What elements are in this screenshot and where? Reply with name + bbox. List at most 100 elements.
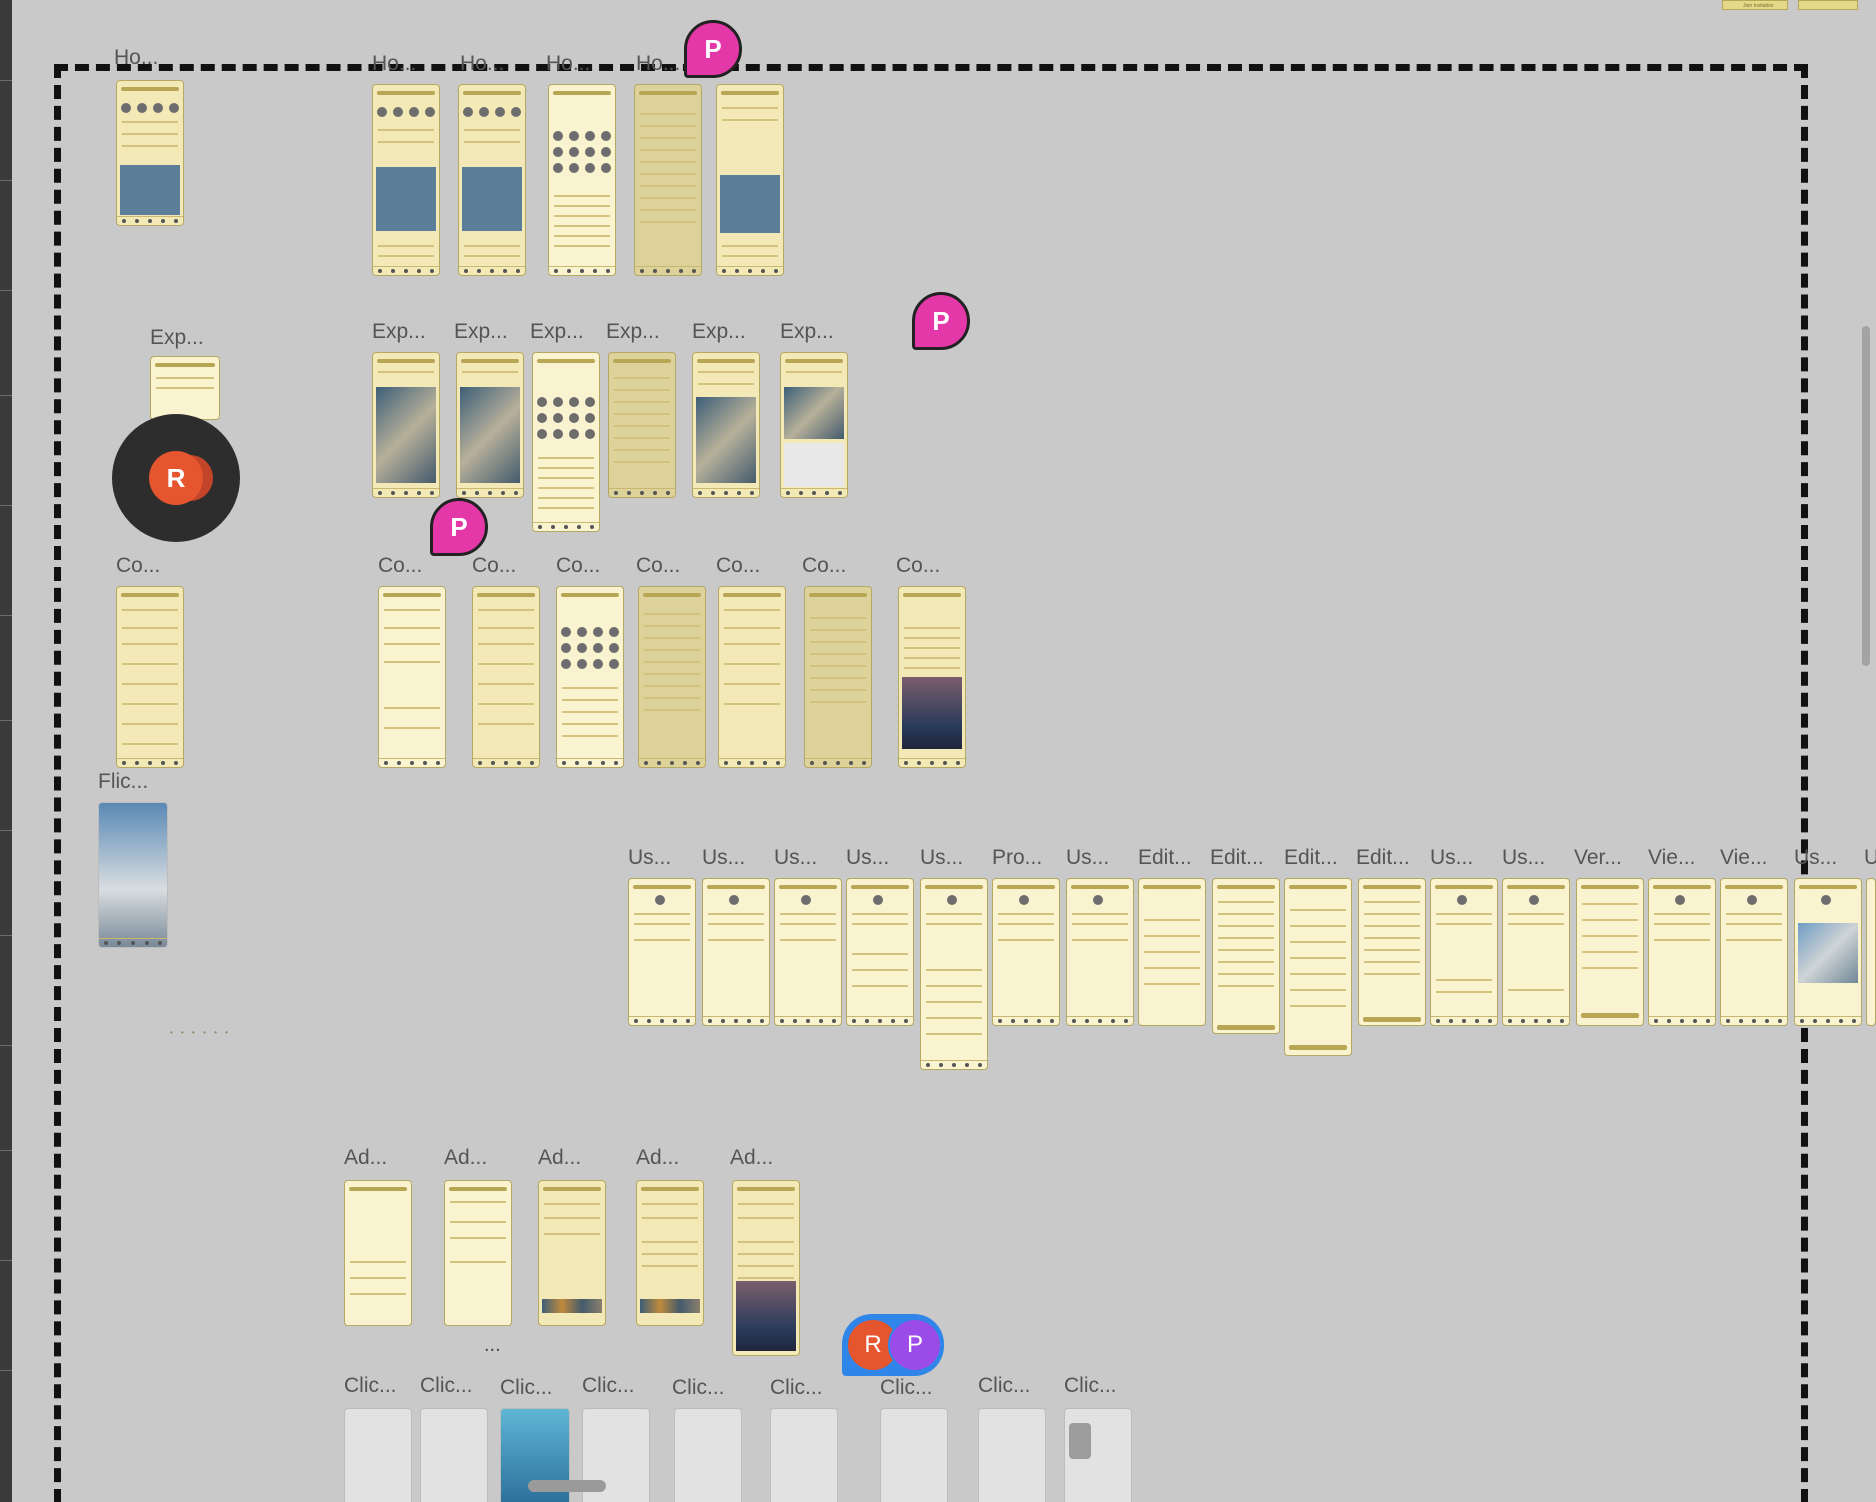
screen-click[interactable]: [1064, 1408, 1132, 1502]
frame-label-connection[interactable]: Co...: [378, 554, 422, 578]
frame-label-user[interactable]: Us...: [1430, 846, 1473, 870]
screen-connection[interactable]: [804, 586, 872, 768]
screen-explore[interactable]: [532, 352, 600, 532]
screen-connection[interactable]: [116, 586, 184, 768]
frame-label-click[interactable]: Clic...: [770, 1376, 823, 1400]
screen-flick[interactable]: [98, 802, 168, 948]
screen-connection[interactable]: [556, 586, 624, 768]
screen-view[interactable]: [1648, 878, 1716, 1026]
frame-label-explore[interactable]: Exp...: [530, 320, 584, 344]
screen-edit[interactable]: [1212, 878, 1280, 1034]
screen-view[interactable]: [1720, 878, 1788, 1026]
screen-explore[interactable]: [692, 352, 760, 498]
screen-explore[interactable]: [780, 352, 848, 498]
screen-click[interactable]: [674, 1408, 742, 1502]
screen-click[interactable]: [420, 1408, 488, 1502]
frame-label-add[interactable]: Ad...: [538, 1146, 581, 1170]
frame-label-click[interactable]: Clic...: [344, 1374, 397, 1398]
screen-explore[interactable]: [372, 352, 440, 498]
collaborator-group[interactable]: R P: [842, 1314, 944, 1376]
screen-user[interactable]: [920, 878, 988, 1070]
frame-label-user[interactable]: Us...: [702, 846, 745, 870]
screen-user[interactable]: [774, 878, 842, 1026]
frame-label-connection[interactable]: Co...: [716, 554, 760, 578]
frame-label-click[interactable]: Clic...: [500, 1376, 553, 1400]
screen-connection[interactable]: [718, 586, 786, 768]
frame-label-user[interactable]: Us...: [846, 846, 889, 870]
screen-add[interactable]: [444, 1180, 512, 1326]
screen-explore[interactable]: [150, 356, 220, 420]
frame-label-edit[interactable]: Edit...: [1138, 846, 1192, 870]
screen-explore[interactable]: [456, 352, 524, 498]
frame-label-home[interactable]: Ho...: [114, 46, 158, 70]
screen-user[interactable]: [1502, 878, 1570, 1026]
frame-label-add[interactable]: Ad...: [444, 1146, 487, 1170]
screen-user[interactable]: [628, 878, 696, 1026]
screen-add[interactable]: [344, 1180, 412, 1326]
frame-label-home[interactable]: Ho...: [460, 52, 504, 76]
frame-label-connection[interactable]: Co...: [636, 554, 680, 578]
frame-label-user[interactable]: Us...: [1794, 846, 1837, 870]
frame-label-view[interactable]: Vie...: [1648, 846, 1695, 870]
section-frame[interactable]: [54, 64, 1808, 1502]
frame-label-home[interactable]: Ho...: [546, 52, 590, 76]
frame-label-user[interactable]: Us...: [1502, 846, 1545, 870]
screen-add[interactable]: [732, 1180, 800, 1356]
frame-label-click[interactable]: Clic...: [672, 1376, 725, 1400]
screen-home[interactable]: [116, 80, 184, 226]
collaborator-p-avatar[interactable]: P: [684, 20, 742, 78]
frame-label-connection[interactable]: Co...: [116, 554, 160, 578]
screen-edit[interactable]: [1138, 878, 1206, 1026]
screen-user[interactable]: [1430, 878, 1498, 1026]
frame-label-click[interactable]: Clic...: [880, 1376, 933, 1400]
frame-label-verify[interactable]: Ver...: [1574, 846, 1622, 870]
frame-label-explore[interactable]: Exp...: [454, 320, 508, 344]
screen-home[interactable]: [548, 84, 616, 276]
vertical-scrollbar[interactable]: [1862, 326, 1870, 666]
frame-label-user[interactable]: Us...: [1066, 846, 1109, 870]
frame-label-explore[interactable]: Exp...: [150, 326, 204, 350]
screen-edit[interactable]: [1358, 878, 1426, 1026]
collaborator-p-avatar[interactable]: P: [888, 1318, 942, 1372]
frame-label-explore[interactable]: Exp...: [692, 320, 746, 344]
horizontal-scrollbar[interactable]: [528, 1480, 606, 1492]
frame-label-flick[interactable]: Flic...: [98, 770, 148, 794]
screen-click[interactable]: [344, 1408, 412, 1502]
frame-label-profile[interactable]: Pro...: [992, 846, 1042, 870]
collaborator-r-cursor[interactable]: R: [112, 414, 240, 542]
screen-click[interactable]: [978, 1408, 1046, 1502]
frame-label-click[interactable]: Clic...: [420, 1374, 473, 1398]
screen-user[interactable]: [1066, 878, 1134, 1026]
screen-add[interactable]: [636, 1180, 704, 1326]
design-canvas[interactable]: Join Invitation Ho... Ho... Ho... Ho... …: [0, 0, 1876, 1502]
frame-label-add[interactable]: Ad...: [344, 1146, 387, 1170]
screen-connection[interactable]: [472, 586, 540, 768]
frame-label-add[interactable]: Ad...: [636, 1146, 679, 1170]
frame-label-connection[interactable]: Co...: [472, 554, 516, 578]
frame-label-user[interactable]: Us...: [774, 846, 817, 870]
frame-label-connection[interactable]: Co...: [556, 554, 600, 578]
offscreen-frame-thumb[interactable]: Join Invitation: [1722, 0, 1788, 10]
screen-add[interactable]: [538, 1180, 606, 1326]
offscreen-frame-thumb[interactable]: [1798, 0, 1858, 10]
frame-label-click[interactable]: Clic...: [582, 1374, 635, 1398]
frame-label-edit[interactable]: Edit...: [1210, 846, 1264, 870]
frame-label-view[interactable]: Vie...: [1720, 846, 1767, 870]
frame-label-explore[interactable]: Exp...: [780, 320, 834, 344]
frame-label-user[interactable]: U: [1864, 846, 1876, 870]
collaborator-p-avatar[interactable]: P: [430, 498, 488, 556]
frame-label-connection[interactable]: Co...: [896, 554, 940, 578]
screen-connection-post[interactable]: [898, 586, 966, 768]
screen-explore[interactable]: [608, 352, 676, 498]
frame-label-add[interactable]: Ad...: [730, 1146, 773, 1170]
screen-home[interactable]: [372, 84, 440, 276]
screen-verify[interactable]: [1576, 878, 1644, 1026]
frame-label-edit[interactable]: Edit...: [1284, 846, 1338, 870]
screen-user[interactable]: [846, 878, 914, 1026]
screen-home[interactable]: [634, 84, 702, 276]
frame-label-click[interactable]: Clic...: [978, 1374, 1031, 1398]
frame-label-user[interactable]: Us...: [628, 846, 671, 870]
frame-label-connection[interactable]: Co...: [802, 554, 846, 578]
frame-label-click[interactable]: Clic...: [1064, 1374, 1117, 1398]
frame-label-home[interactable]: Ho...: [636, 52, 680, 76]
